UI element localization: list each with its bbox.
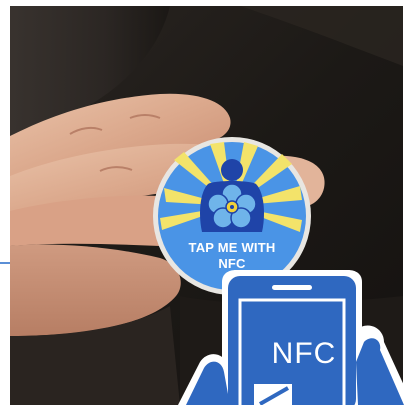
image-canvas: TAP ME WITH NFC NFC (0, 0, 413, 405)
phone-nfc-label: NFC (271, 337, 337, 370)
sticker-text-line1: TAP ME WITH (188, 240, 276, 255)
nfc-phone-graphic: NFC (178, 270, 413, 405)
